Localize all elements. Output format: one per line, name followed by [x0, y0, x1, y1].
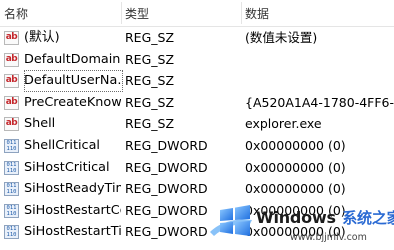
value-type: REG_DWORD — [125, 159, 208, 175]
binary-value-icon: 011 110 — [4, 160, 19, 175]
registry-value-row[interactable]: 011 110 SiHostCritical REG_DWORD 0x00000000… — [0, 157, 394, 179]
value-type: REG_DWORD — [125, 137, 208, 153]
value-name: (默认) — [24, 30, 60, 45]
column-header-bar: 名称 类型 数据 — [0, 0, 394, 27]
windows-logo-icon — [210, 205, 252, 236]
column-header-data[interactable]: 数据 — [241, 0, 394, 26]
string-value-icon: ab — [4, 31, 19, 45]
watermark-brand: Windows 系统之家 — [256, 207, 394, 228]
value-name: SiHostCritical — [24, 159, 110, 175]
value-name: ShellCritical — [24, 137, 100, 153]
string-value-icon: ab — [4, 52, 19, 67]
registry-values-pane: 名称 类型 数据 ab (默认) REG_SZ (数值未设置) ab DefaultDom… — [0, 0, 394, 250]
column-header-type[interactable]: 类型 — [121, 0, 241, 26]
watermark-brand-en: Windows — [256, 208, 336, 227]
value-name: SiHostRestartCountLimit — [24, 202, 121, 218]
binary-value-icon: 011 110 — [4, 225, 19, 240]
value-type: REG_SZ — [125, 116, 175, 132]
value-data: 0x00000000 (0) — [245, 137, 346, 153]
value-type: REG_SZ — [125, 30, 175, 45]
registry-value-row[interactable]: ab (默认) REG_SZ (数值未设置) — [0, 27, 394, 49]
registry-value-row[interactable]: ab Shell REG_SZ explorer.exe — [0, 113, 394, 135]
string-value-icon: ab — [4, 95, 19, 110]
site-watermark: Windows 系统之家 www.bjjmlv.com — [204, 196, 394, 250]
value-type: REG_SZ — [125, 51, 175, 67]
registry-value-row[interactable]: 011 110 ShellCritical REG_DWORD 0x00000000 … — [0, 135, 394, 157]
binary-value-icon: 011 110 — [4, 138, 19, 153]
value-name: Shell — [24, 116, 56, 132]
binary-value-icon: 011 110 — [4, 182, 19, 197]
value-data — [245, 70, 394, 92]
string-value-icon: ab — [4, 74, 19, 89]
value-data: 0x00000000 (0) — [245, 159, 346, 175]
value-type: REG_SZ — [125, 73, 175, 89]
value-data — [245, 49, 394, 71]
value-name: PreCreateKnownFolders — [24, 94, 121, 110]
value-name: DefaultUserNa... — [24, 70, 123, 92]
binary-value-icon: 011 110 — [4, 203, 19, 218]
watermark-url: www.bjjmlv.com — [290, 232, 367, 243]
registry-value-row[interactable]: ab PreCreateKnownFoldersREG_SZ {A520A1A4-1… — [0, 92, 394, 114]
string-value-icon: ab — [4, 117, 19, 132]
registry-value-row[interactable]: ab DefaultUserNa... REG_SZ — [0, 70, 394, 92]
value-data: explorer.exe — [245, 116, 322, 132]
value-data: {A520A1A4-1780-4FF6-BD18-167343C5AF16} — [245, 94, 394, 110]
value-name: SiHostRestartTimeGap — [24, 224, 121, 240]
value-name: DefaultDomainNa — [24, 51, 121, 67]
value-data: (数值未设置) — [245, 30, 318, 45]
column-header-name[interactable]: 名称 — [0, 0, 121, 26]
registry-value-row[interactable]: ab DefaultDomainNaREG_SZ — [0, 49, 394, 71]
value-type: REG_SZ — [125, 94, 175, 110]
value-name: SiHostReadyTimeOut — [24, 181, 121, 197]
watermark-brand-cn: 系统之家 — [342, 209, 394, 227]
